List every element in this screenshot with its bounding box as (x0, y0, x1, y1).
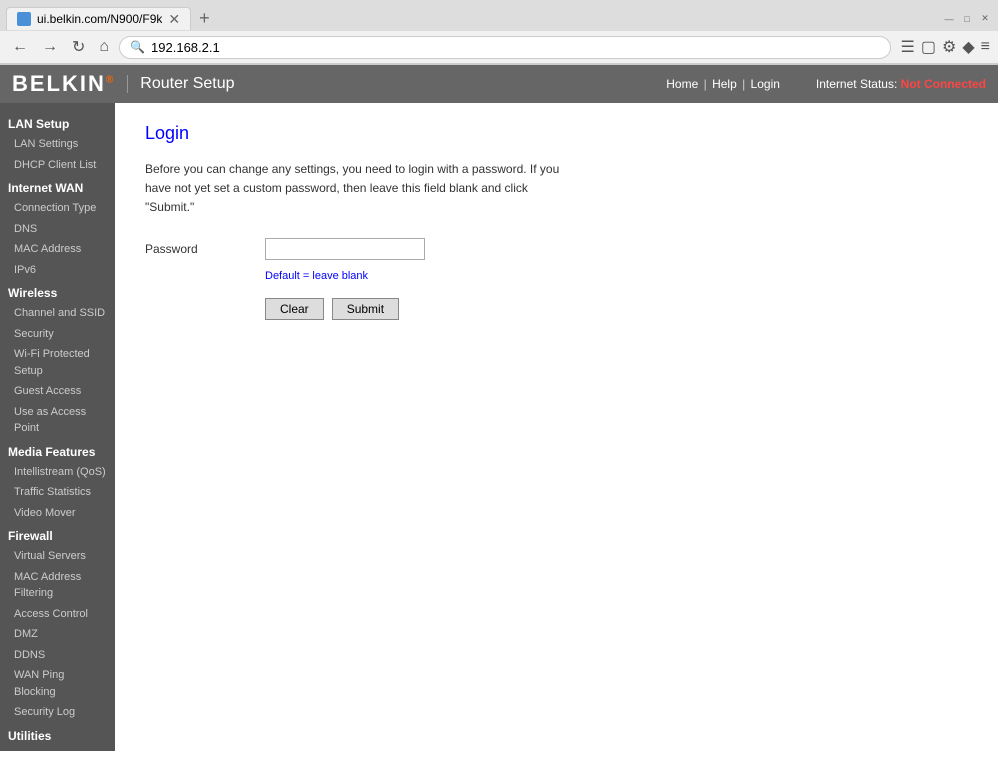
sidebar-item-connection-type[interactable]: Connection Type (0, 198, 115, 219)
submit-button[interactable]: Submit (332, 298, 399, 320)
sidebar-item-channel-ssid[interactable]: Channel and SSID (0, 303, 115, 324)
profile-icon[interactable]: ◆ (962, 37, 974, 57)
sidebar-item-video-mover[interactable]: Video Mover (0, 503, 115, 524)
sidebar-item-security[interactable]: Security (0, 324, 115, 345)
sidebar-item-wan-ping-blocking[interactable]: WAN Ping Blocking (0, 665, 115, 702)
close-window-button[interactable]: ✕ (978, 12, 992, 26)
internet-status: Internet Status: Not Connected (816, 77, 986, 91)
sidebar-item-security-log[interactable]: Security Log (0, 702, 115, 723)
sidebar-item-wifi-protected-setup[interactable]: Wi-Fi Protected Setup (0, 344, 115, 381)
sidebar-item-ipv6[interactable]: IPv6 (0, 260, 115, 281)
browser-toolbar: ← → ↻ ⌂ 🔍 ☰ ▢ ⚙ ◆ ≡ (0, 31, 998, 64)
sidebar-item-dhcp-client-list[interactable]: DHCP Client List (0, 155, 115, 176)
logo-registered: ® (106, 75, 115, 86)
sidebar-section-header-utilities: Utilities (0, 723, 115, 746)
sidebar-item-dns[interactable]: DNS (0, 219, 115, 240)
sidebar-section-header-media-features: Media Features (0, 439, 115, 462)
internet-status-label: Internet Status: (816, 77, 897, 91)
sidebar-item-dmz[interactable]: DMZ (0, 624, 115, 645)
sidebar-item-lan-settings[interactable]: LAN Settings (0, 134, 115, 155)
window-controls: — □ ✕ (942, 12, 992, 26)
content-area: Login Before you can change any settings… (115, 103, 998, 340)
help-link[interactable]: Help (712, 77, 737, 91)
page-title: Login (145, 123, 968, 144)
password-input[interactable] (265, 238, 425, 260)
password-label: Password (145, 242, 265, 256)
back-button[interactable]: ← (8, 36, 32, 58)
tab-bar: ui.belkin.com/N900/F9k ✕ + — □ ✕ (0, 0, 998, 31)
sidebar-item-use-as-access-point[interactable]: Use as Access Point (0, 402, 115, 439)
login-description: Before you can change any settings, you … (145, 160, 565, 218)
extensions-icon[interactable]: ⚙ (942, 37, 956, 57)
sidebar-section-header-wireless: Wireless (0, 280, 115, 303)
login-link[interactable]: Login (751, 77, 780, 91)
browser-tab[interactable]: ui.belkin.com/N900/F9k ✕ (6, 7, 191, 30)
url-input[interactable] (151, 40, 880, 55)
sidebar: LAN SetupLAN SettingsDHCP Client ListInt… (0, 103, 115, 751)
minimize-button[interactable]: — (942, 12, 956, 26)
default-hint[interactable]: Default = leave blank (265, 270, 968, 282)
home-button[interactable]: ⌂ (95, 36, 113, 58)
home-link[interactable]: Home (666, 77, 698, 91)
new-tab-button[interactable]: + (191, 6, 218, 31)
sidebar-item-restart-router[interactable]: Restart Router (0, 746, 115, 752)
reload-button[interactable]: ↻ (68, 35, 89, 59)
menu-icon[interactable]: ≡ (981, 38, 990, 56)
internet-status-value: Not Connected (901, 77, 986, 91)
sidebar-item-intellistream[interactable]: Intellistream (QoS) (0, 462, 115, 483)
password-row: Password (145, 238, 968, 260)
sidebar-item-virtual-servers[interactable]: Virtual Servers (0, 546, 115, 567)
sidebar-section-header-firewall: Firewall (0, 523, 115, 546)
main-content: Login Before you can change any settings… (115, 103, 998, 751)
reading-list-icon[interactable]: ▢ (921, 37, 936, 57)
sidebar-item-mac-address[interactable]: MAC Address (0, 239, 115, 260)
sidebar-section-header-lan-setup: LAN Setup (0, 111, 115, 134)
search-icon: 🔍 (130, 40, 145, 54)
toolbar-icons: ☰ ▢ ⚙ ◆ ≡ (901, 37, 990, 57)
clear-button[interactable]: Clear (265, 298, 324, 320)
sidebar-item-guest-access[interactable]: Guest Access (0, 381, 115, 402)
sidebar-item-ddns[interactable]: DDNS (0, 645, 115, 666)
button-row: Clear Submit (265, 298, 968, 320)
top-links: Home | Help | Login (666, 77, 780, 91)
app-header: BELKIN® Router Setup Home | Help | Login… (0, 65, 998, 103)
forward-button[interactable]: → (38, 36, 62, 58)
sidebar-item-traffic-statistics[interactable]: Traffic Statistics (0, 482, 115, 503)
address-bar[interactable]: 🔍 (119, 36, 890, 59)
router-setup-title: Router Setup (127, 75, 234, 93)
tab-title: ui.belkin.com/N900/F9k (37, 12, 162, 26)
sidebar-item-mac-address-filtering[interactable]: MAC Address Filtering (0, 567, 115, 604)
restore-button[interactable]: □ (960, 12, 974, 26)
browser-chrome: ui.belkin.com/N900/F9k ✕ + — □ ✕ ← → ↻ ⌂… (0, 0, 998, 65)
tab-close-button[interactable]: ✕ (168, 12, 180, 26)
main-layout: LAN SetupLAN SettingsDHCP Client ListInt… (0, 103, 998, 751)
tab-favicon (17, 12, 31, 26)
bookmarks-icon[interactable]: ☰ (901, 37, 915, 57)
sidebar-item-access-control[interactable]: Access Control (0, 604, 115, 625)
belkin-logo: BELKIN® (12, 71, 115, 97)
sidebar-section-header-internet-wan: Internet WAN (0, 175, 115, 198)
